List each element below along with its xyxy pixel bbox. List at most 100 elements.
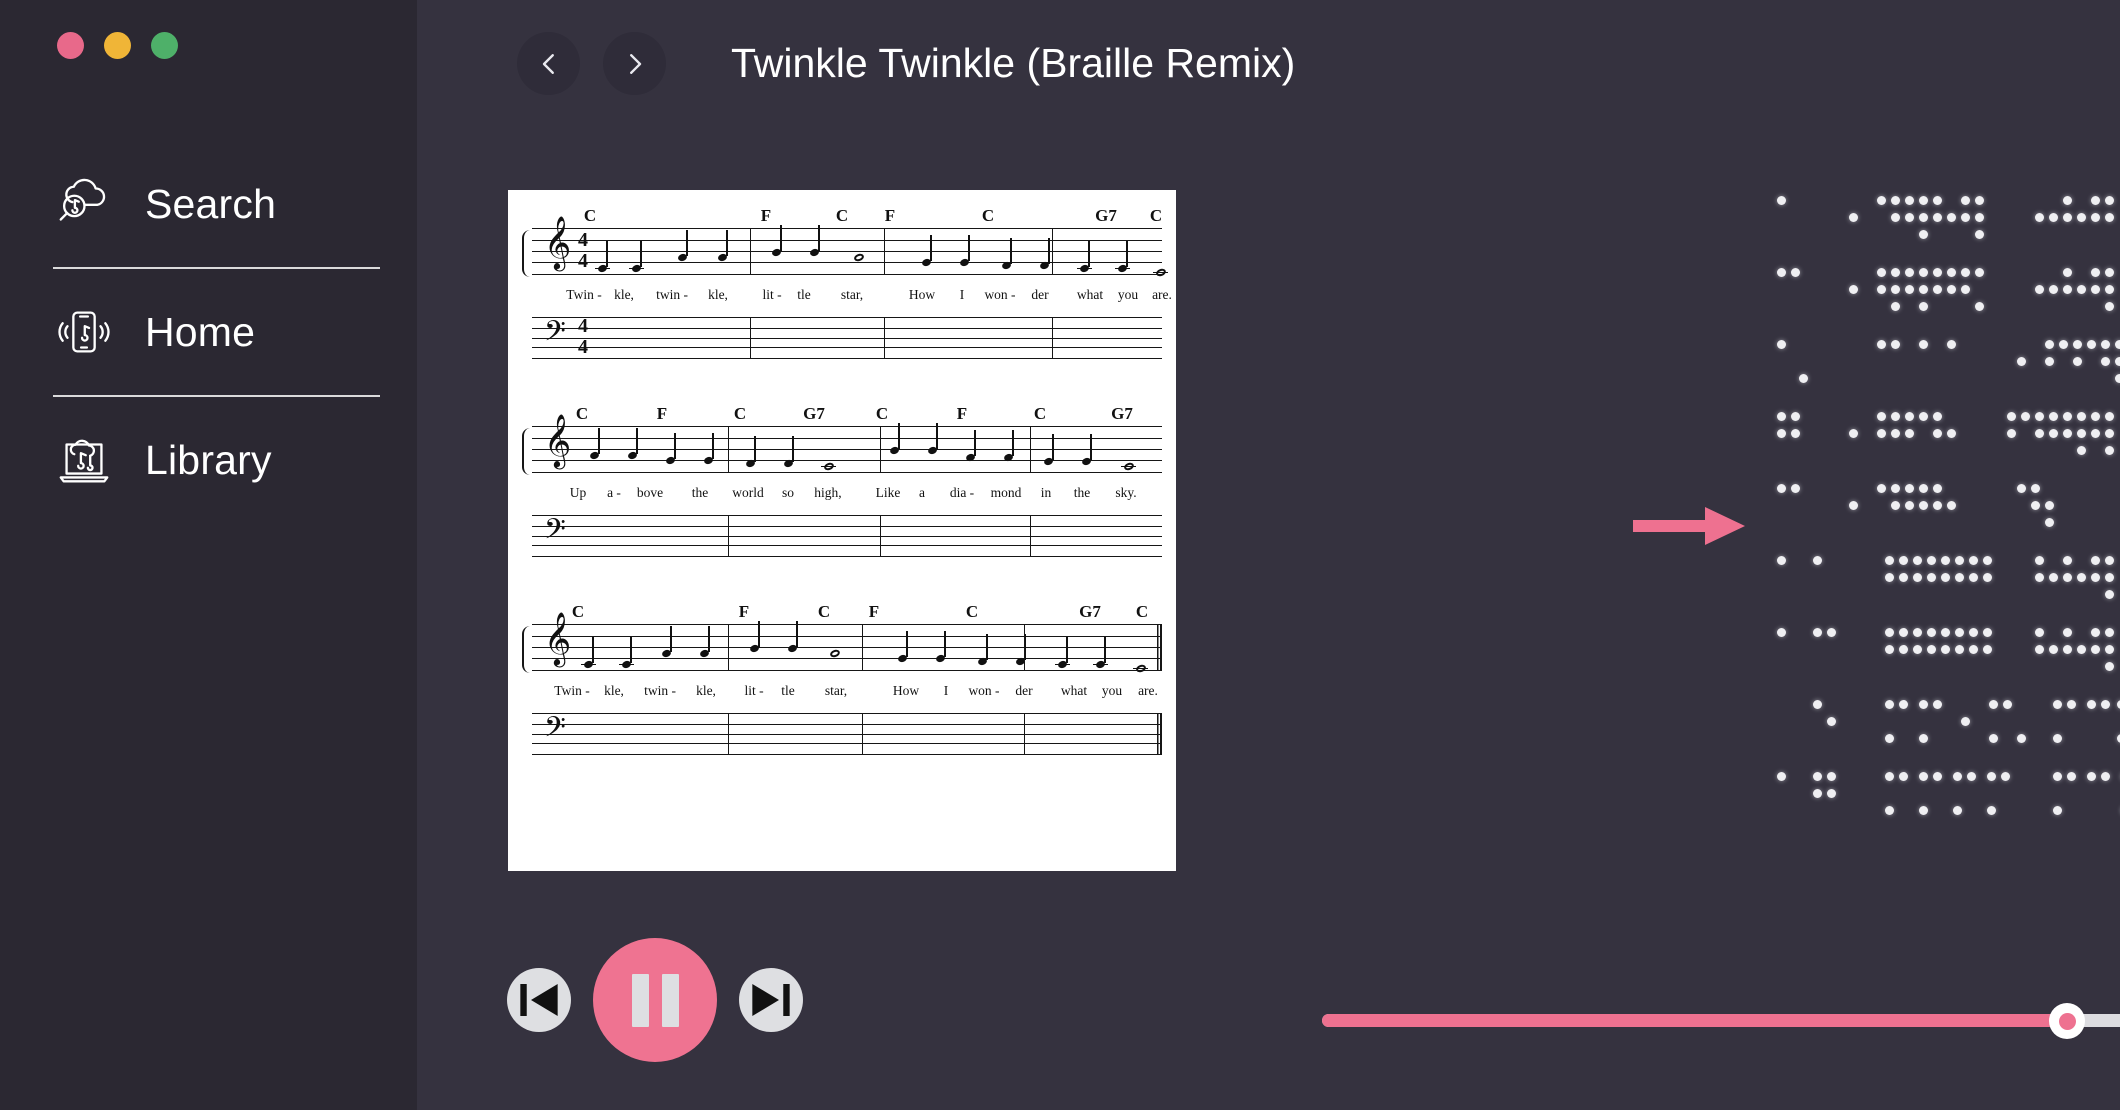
braille-dot: [1969, 556, 1978, 565]
progress-slider[interactable]: [1322, 990, 2120, 1050]
braille-dot: [1885, 573, 1894, 582]
time-signature: 44: [578, 229, 588, 272]
chord-symbol: C: [733, 404, 747, 423]
braille-cell: [2063, 628, 2086, 674]
braille-dot: [1947, 429, 1956, 438]
note-stem: [898, 423, 900, 449]
braille-dot: [2105, 285, 2114, 294]
braille-dot: [1799, 374, 1808, 383]
braille-cell: [1913, 556, 1936, 602]
chord-symbol: F: [760, 206, 772, 225]
braille-dot: [1777, 196, 1786, 205]
braille-cell: [1777, 556, 1799, 602]
braille-dot: [2035, 628, 2044, 637]
braille-dot: [1899, 700, 1908, 709]
barline: [750, 318, 752, 358]
braille-cell: [2087, 772, 2110, 818]
braille-dot: [2091, 429, 2100, 438]
lyric-syllable: you: [1117, 287, 1139, 302]
braille-dot: [1891, 268, 1900, 277]
braille-dot: [1777, 412, 1786, 421]
braille-dot: [1827, 628, 1836, 637]
phone-music-icon: [53, 301, 115, 363]
braille-dot: [1947, 285, 1956, 294]
braille-dot: [2049, 285, 2058, 294]
braille-dot: [1899, 573, 1908, 582]
braille-dot: [1969, 628, 1978, 637]
braille-cell: [1777, 268, 1800, 314]
braille-cell: [2063, 196, 2086, 242]
braille-dot: [1919, 806, 1928, 815]
braille-dot: [2105, 429, 2114, 438]
braille-dot: [2003, 700, 2012, 709]
braille-dot: [1891, 196, 1900, 205]
braille-dot: [1933, 484, 1942, 493]
braille-cell: [1905, 412, 1928, 458]
forward-button[interactable]: [603, 32, 666, 95]
braille-cell: [2035, 196, 2058, 242]
note-stem: [1104, 637, 1106, 663]
play-pause-button[interactable]: [593, 938, 717, 1062]
braille-cell: [2007, 412, 2030, 458]
close-window-button[interactable]: [57, 32, 84, 59]
braille-dot: [2045, 357, 2054, 366]
minimize-window-button[interactable]: [104, 32, 131, 59]
braille-dot: [2091, 268, 2100, 277]
note-stem: [968, 235, 970, 261]
braille-cell: [2053, 772, 2076, 818]
sidebar-item-home[interactable]: Home: [53, 269, 417, 395]
braille-dot: [2077, 446, 2086, 455]
music-system: C F C F C G7 C 𝄞 Twin - kle, twin - kle, lit - tle sta…: [522, 602, 1162, 762]
note-stem: [780, 225, 782, 251]
braille-dot: [2091, 628, 2100, 637]
braille-dot: [1877, 429, 1886, 438]
sidebar-item-library[interactable]: Library: [53, 397, 417, 523]
braille-dot: [1899, 628, 1908, 637]
braille-dot: [2063, 213, 2072, 222]
braille-dot: [2031, 484, 2040, 493]
conversion-arrow: [1633, 505, 1745, 547]
braille-dot: [1905, 268, 1914, 277]
braille-dot: [2101, 772, 2110, 781]
lyric-syllable: twin -: [644, 683, 676, 698]
braille-dot: [1947, 501, 1956, 510]
maximize-window-button[interactable]: [151, 32, 178, 59]
braille-dot: [2063, 285, 2072, 294]
braille-dot: [1975, 230, 1984, 239]
skip-next-icon: [752, 984, 790, 1016]
sidebar-nav: Search Home Library: [0, 141, 417, 523]
braille-dot: [1813, 556, 1822, 565]
chord-symbol: C: [571, 602, 585, 621]
note-head: [1123, 461, 1135, 472]
braille-dot: [2053, 806, 2062, 815]
chord-symbol: C: [1033, 404, 1047, 423]
bass-clef-icon: 𝄢: [544, 711, 566, 751]
braille-dot: [1777, 484, 1786, 493]
note-stem: [726, 230, 728, 256]
note-stem: [686, 230, 688, 256]
braille-cell: [2035, 628, 2058, 674]
back-button[interactable]: [517, 32, 580, 95]
braille-dot: [1913, 645, 1922, 654]
braille-dot: [2101, 700, 2110, 709]
braille-dot: [1947, 213, 1956, 222]
braille-line: [1777, 556, 2120, 628]
progress-thumb[interactable]: [2049, 1003, 2086, 1039]
braille-cell: [1813, 556, 1835, 602]
sidebar-item-label: Search: [145, 180, 277, 227]
lyric-syllable: high,: [814, 485, 842, 500]
braille-dot: [1919, 268, 1928, 277]
lyric-syllable: I: [959, 287, 965, 302]
previous-track-button[interactable]: [507, 968, 571, 1032]
braille-dot: [1933, 412, 1942, 421]
braille-dot: [1877, 340, 1886, 349]
chord-row: C F C F C G7 C: [522, 602, 1162, 624]
braille-dot: [1983, 628, 1992, 637]
braille-dot: [2077, 412, 2086, 421]
braille-cell: [1813, 772, 1836, 818]
braille-dot: [1777, 340, 1786, 349]
braille-cell: [1877, 268, 1900, 314]
chord-symbol: C: [965, 602, 979, 621]
sidebar-item-search[interactable]: Search: [53, 141, 417, 267]
next-track-button[interactable]: [739, 968, 803, 1032]
